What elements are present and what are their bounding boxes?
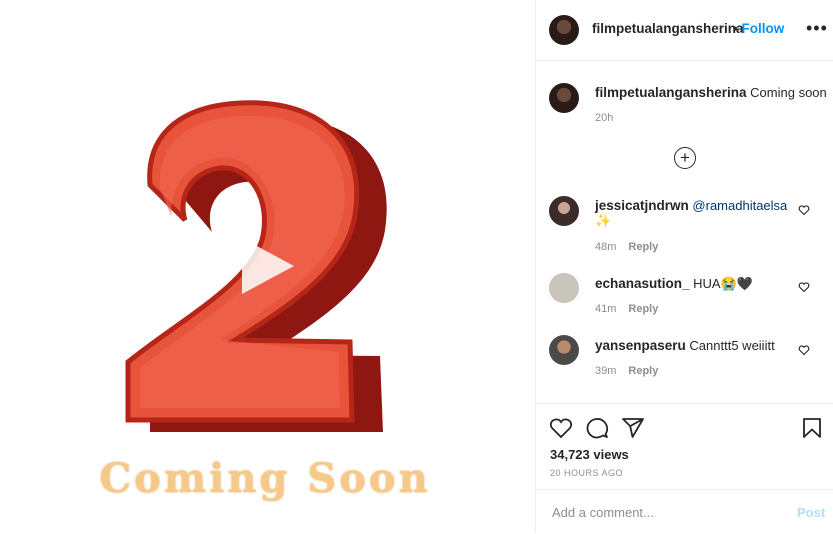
post-media[interactable]: Coming Soon	[0, 0, 535, 533]
post-side-panel: filmpetualangansherina • Follow ••• film…	[535, 0, 833, 533]
comment-text: echanasution_ HUA😭🖤	[595, 276, 753, 291]
follow-button[interactable]: • Follow	[733, 21, 784, 36]
comment-icon[interactable]	[585, 416, 609, 440]
reply-button[interactable]: Reply	[628, 303, 658, 315]
view-count[interactable]: 34,723 views	[550, 447, 629, 462]
comment-meta: 39m Reply	[595, 365, 659, 377]
post-time[interactable]: 20 HOURS AGO	[550, 468, 623, 478]
heart-icon[interactable]	[798, 204, 810, 216]
comment-input[interactable]	[550, 500, 774, 524]
avatar[interactable]	[549, 196, 579, 226]
caption-avatar[interactable]	[549, 83, 579, 113]
comment-emoji: ✨	[595, 213, 612, 228]
comment-composer: Post	[536, 489, 833, 534]
reply-button[interactable]: Reply	[628, 365, 658, 377]
comment-text: yansenpaseru Cannttt5 weiiitt	[595, 338, 775, 353]
save-icon[interactable]	[800, 416, 824, 440]
post-button[interactable]: Post	[797, 505, 825, 520]
heart-icon[interactable]	[549, 416, 573, 440]
share-icon[interactable]	[621, 416, 645, 440]
reply-button[interactable]: Reply	[628, 241, 658, 253]
comment-meta: 48m Reply	[595, 241, 659, 253]
caption-text: filmpetualangansherina Coming soon	[595, 85, 827, 100]
play-icon[interactable]	[236, 234, 300, 298]
comment-meta: 41m Reply	[595, 303, 659, 315]
coming-soon-text: Coming Soon	[99, 455, 431, 502]
post-header: filmpetualangansherina • Follow •••	[536, 0, 833, 61]
post-actions: 34,723 views 20 HOURS AGO	[536, 403, 833, 489]
avatar[interactable]	[549, 335, 579, 365]
avatar[interactable]	[549, 273, 579, 303]
more-icon[interactable]: •••	[806, 18, 828, 39]
load-more-icon[interactable]: +	[674, 147, 696, 169]
comment-text: jessicatjndrwn @ramadhitaelsa	[595, 198, 788, 213]
avatar[interactable]	[549, 15, 579, 45]
username-link[interactable]: filmpetualangansherina	[592, 21, 744, 36]
caption-time: 20h	[595, 112, 614, 124]
caption-username[interactable]: filmpetualangansherina	[595, 85, 747, 100]
numeral-two-graphic	[125, 100, 387, 432]
heart-icon[interactable]	[798, 344, 810, 356]
heart-icon[interactable]	[798, 281, 810, 293]
